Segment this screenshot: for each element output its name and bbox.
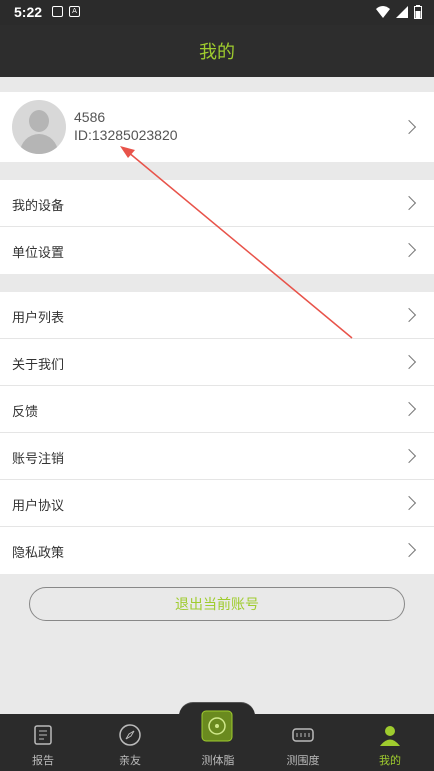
tab-label: 测围度 [286,754,320,767]
tab-measure-girth[interactable]: 测围度 [260,714,346,771]
settings-group-account: 用户列表 关于我们 反馈 账号注销 用户协议 隐私政策 [0,292,434,574]
menu-item-delete-account[interactable]: 账号注销 [0,433,434,480]
tab-label: 亲友 [119,754,141,767]
gallery-notification-icon [52,6,63,17]
menu-item-my-devices[interactable]: 我的设备 [0,180,434,227]
tab-label: 报告 [32,754,54,767]
menu-item-feedback[interactable]: 反馈 [0,386,434,433]
profile-id: ID:13285023820 [74,127,178,143]
menu-item-label: 账号注销 [12,452,65,467]
menu-item-label: 反馈 [12,405,39,420]
menu-item-label: 用户协议 [12,499,65,514]
tab-mine[interactable]: 我的 [347,714,433,771]
chevron-right-icon [401,542,417,558]
page-header: 我的 [0,25,434,77]
report-icon [34,725,52,745]
chevron-right-icon [401,195,417,211]
tape-measure-icon [292,728,314,742]
app-notification-icon: A [69,6,80,17]
scale-icon [201,710,233,742]
menu-item-user-list[interactable]: 用户列表 [0,292,434,339]
chevron-right-icon [401,448,417,464]
person-icon [380,726,400,746]
menu-item-label: 用户列表 [12,311,65,326]
chevron-right-icon [401,495,417,511]
profile-card[interactable]: 4586 ID:13285023820 [0,92,434,162]
status-bar: 5:22 A [0,0,434,25]
tab-label: 测体脂 [201,754,235,767]
chevron-right-icon [401,354,417,370]
logout-label: 退出当前账号 [175,597,259,613]
settings-group-device: 我的设备 单位设置 [0,180,434,274]
signal-icon [396,6,408,18]
status-time: 5:22 [14,4,43,20]
wifi-icon [376,6,390,18]
chevron-right-icon [401,307,417,323]
tab-friends[interactable]: 亲友 [87,714,173,771]
menu-item-privacy-policy[interactable]: 隐私政策 [0,527,434,574]
page-title: 我的 [199,42,235,63]
chevron-right-icon [401,401,417,417]
menu-item-label: 关于我们 [12,358,65,373]
menu-item-about-us[interactable]: 关于我们 [0,339,434,386]
tab-report[interactable]: 报告 [0,714,86,771]
menu-item-label: 隐私政策 [12,546,65,561]
tab-label: 我的 [379,754,401,767]
menu-item-unit-settings[interactable]: 单位设置 [0,227,434,274]
compass-icon [119,724,141,746]
menu-item-label: 我的设备 [12,199,65,214]
menu-item-label: 单位设置 [12,246,65,261]
chevron-right-icon [401,119,417,135]
menu-item-user-agreement[interactable]: 用户协议 [0,480,434,527]
battery-icon [414,5,422,19]
chevron-right-icon [401,242,417,258]
profile-name: 4586 [74,109,106,125]
avatar[interactable] [12,100,66,154]
logout-button[interactable]: 退出当前账号 [29,587,405,621]
